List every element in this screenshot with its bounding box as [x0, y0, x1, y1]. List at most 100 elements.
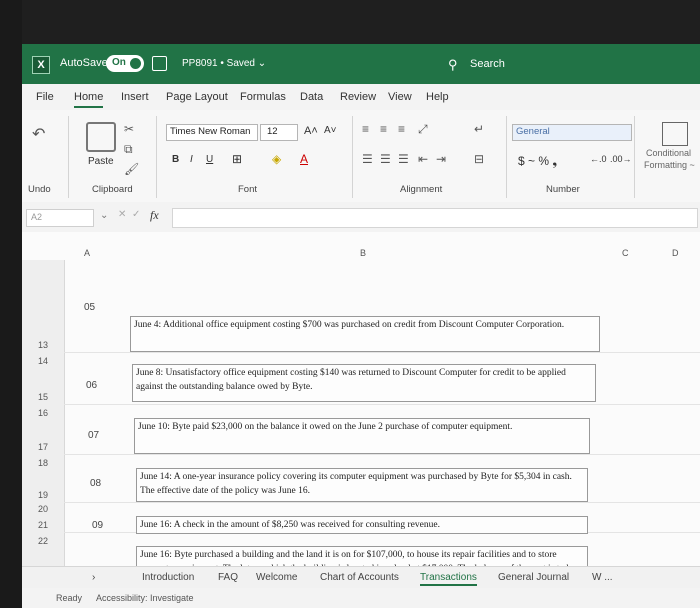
align-bottom-icon[interactable]: ≡	[398, 122, 405, 136]
tab-view[interactable]: View	[388, 91, 412, 103]
increase-decimal-icon[interactable]: ←.0	[590, 154, 607, 164]
number-format-select[interactable]: General	[512, 124, 632, 141]
sheet-tab-faq[interactable]: FAQ	[218, 572, 238, 583]
monitor-bezel	[0, 0, 700, 44]
row-number[interactable]: 17	[38, 442, 48, 452]
font-name-select[interactable]: Times New Roman	[166, 124, 258, 141]
enter-icon[interactable]: ✓	[132, 209, 140, 220]
row-number[interactable]: 20	[38, 504, 48, 514]
sheet-tab-welcome[interactable]: Welcome	[256, 572, 298, 583]
bold-icon[interactable]: B	[172, 154, 179, 165]
number-group-label: Number	[546, 184, 580, 195]
tab-insert[interactable]: Insert	[121, 91, 149, 103]
shrink-font-icon[interactable]: A˅	[324, 125, 337, 136]
transaction-cell[interactable]: June 8: Unsatisfactory office equipment …	[132, 364, 596, 402]
row-gridline	[64, 502, 700, 503]
sheet-tab-general-journal[interactable]: General Journal	[498, 572, 569, 583]
copy-icon[interactable]: ⧉	[124, 142, 133, 157]
tab-page-layout[interactable]: Page Layout	[166, 91, 228, 103]
transaction-number[interactable]: 06	[86, 380, 97, 391]
decrease-decimal-icon[interactable]: .00→	[610, 154, 632, 164]
decrease-indent-icon[interactable]: ⇤	[418, 152, 428, 166]
transaction-cell[interactable]: June 10: Byte paid $23,000 on the balanc…	[134, 418, 590, 454]
tab-home[interactable]: Home	[74, 91, 104, 108]
tab-file[interactable]: File	[36, 91, 54, 103]
excel-logo-icon: X	[32, 56, 50, 74]
accounting-format-icon[interactable]: $ ~ % ❟	[518, 154, 557, 169]
search-box[interactable]: ⚲ Search	[444, 54, 584, 74]
tab-formulas[interactable]: Formulas	[240, 91, 286, 103]
sheet-nav-icon[interactable]: ›	[92, 572, 95, 583]
cancel-icon[interactable]: ✕	[118, 209, 126, 220]
italic-icon[interactable]: I	[190, 154, 193, 165]
wrap-text-icon[interactable]: ↵	[474, 122, 484, 136]
separator	[634, 116, 635, 198]
grow-font-icon[interactable]: A˄	[304, 125, 318, 137]
autosave-state: On	[112, 57, 126, 68]
align-top-icon[interactable]: ≡	[362, 122, 369, 136]
conditional-formatting-line1[interactable]: Conditional	[646, 148, 691, 158]
row-number[interactable]: 15	[38, 392, 48, 402]
autosave-toggle[interactable]: On	[106, 55, 144, 72]
tab-data[interactable]: Data	[300, 91, 323, 103]
chevron-down-icon[interactable]: ⌄	[100, 210, 108, 221]
tab-help[interactable]: Help	[426, 91, 449, 103]
underline-icon[interactable]: U	[206, 154, 213, 165]
align-center-icon[interactable]: ☰	[380, 152, 391, 166]
transaction-number[interactable]: 05	[84, 302, 95, 313]
column-header-a[interactable]: A	[84, 248, 90, 260]
column-header-b[interactable]: B	[360, 248, 366, 260]
alignment-group-label: Alignment	[400, 184, 443, 195]
align-right-icon[interactable]: ☰	[398, 152, 409, 166]
row-number[interactable]: 14	[38, 356, 48, 366]
increase-indent-icon[interactable]: ⇥	[436, 152, 446, 166]
transaction-cell[interactable]: June 14: A one-year insurance policy cov…	[136, 468, 588, 502]
conditional-formatting-line2[interactable]: Formatting ~	[644, 160, 695, 170]
align-left-icon[interactable]: ☰	[362, 152, 373, 166]
row-number[interactable]: 22	[38, 536, 48, 546]
document-name[interactable]: PP8091 • Saved ⌄	[182, 58, 266, 69]
font-color-icon[interactable]: A	[300, 152, 308, 166]
row-number[interactable]: 16	[38, 408, 48, 418]
insert-function-icon[interactable]: fx	[150, 208, 159, 223]
align-middle-icon[interactable]: ≡	[380, 122, 387, 136]
transaction-number[interactable]: 07	[88, 430, 99, 441]
paste-button[interactable]: Paste	[88, 156, 114, 167]
sheet-tab-introduction[interactable]: Introduction	[142, 572, 194, 583]
paste-icon[interactable]	[86, 122, 116, 152]
sheet-tab-chart-of-accounts[interactable]: Chart of Accounts	[320, 572, 399, 583]
ribbon: ↶ Undo Paste ✂ ⧉ 🖌 Clipboard Times New R…	[22, 110, 700, 203]
transaction-number[interactable]: 08	[90, 478, 101, 489]
undo-group-label: Undo	[28, 184, 51, 195]
font-size-select[interactable]: 12	[260, 124, 298, 141]
orientation-icon[interactable]: ⤢	[418, 122, 428, 137]
formula-input[interactable]	[172, 208, 698, 228]
merge-center-icon[interactable]: ⊟	[474, 152, 484, 166]
row-number[interactable]: 18	[38, 458, 48, 468]
transaction-number[interactable]: 09	[92, 520, 103, 531]
column-header-d[interactable]: D	[672, 248, 679, 260]
row-number[interactable]: 21	[38, 520, 48, 530]
tab-review[interactable]: Review	[340, 91, 376, 103]
format-painter-icon[interactable]: 🖌	[124, 162, 139, 176]
separator	[156, 116, 157, 198]
accessibility-status[interactable]: Accessibility: Investigate	[96, 593, 194, 603]
excel-window: X AutoSave On PP8091 • Saved ⌄ ⚲ Search …	[22, 44, 700, 608]
save-icon[interactable]	[152, 56, 167, 71]
separator	[68, 116, 69, 198]
column-header-c[interactable]: C	[622, 248, 629, 260]
row-number[interactable]: 13	[38, 340, 48, 350]
name-box[interactable]: A2	[26, 209, 94, 227]
toggle-knob-icon	[130, 58, 141, 69]
sheet-tab-more[interactable]: W ...	[592, 572, 613, 583]
sheet-tab-transactions[interactable]: Transactions	[420, 572, 477, 586]
title-bar: X AutoSave On PP8091 • Saved ⌄ ⚲ Search	[22, 44, 700, 84]
transaction-cell[interactable]: June 16: A check in the amount of $8,250…	[136, 516, 588, 534]
cut-icon[interactable]: ✂	[124, 122, 134, 136]
conditional-formatting-icon[interactable]	[662, 122, 688, 146]
row-number[interactable]: 19	[38, 490, 48, 500]
transaction-cell[interactable]: June 4: Additional office equipment cost…	[130, 316, 600, 352]
undo-icon[interactable]: ↶	[32, 124, 45, 144]
fill-color-icon[interactable]: ◈	[272, 152, 281, 166]
borders-icon[interactable]: ⊞	[232, 152, 242, 166]
